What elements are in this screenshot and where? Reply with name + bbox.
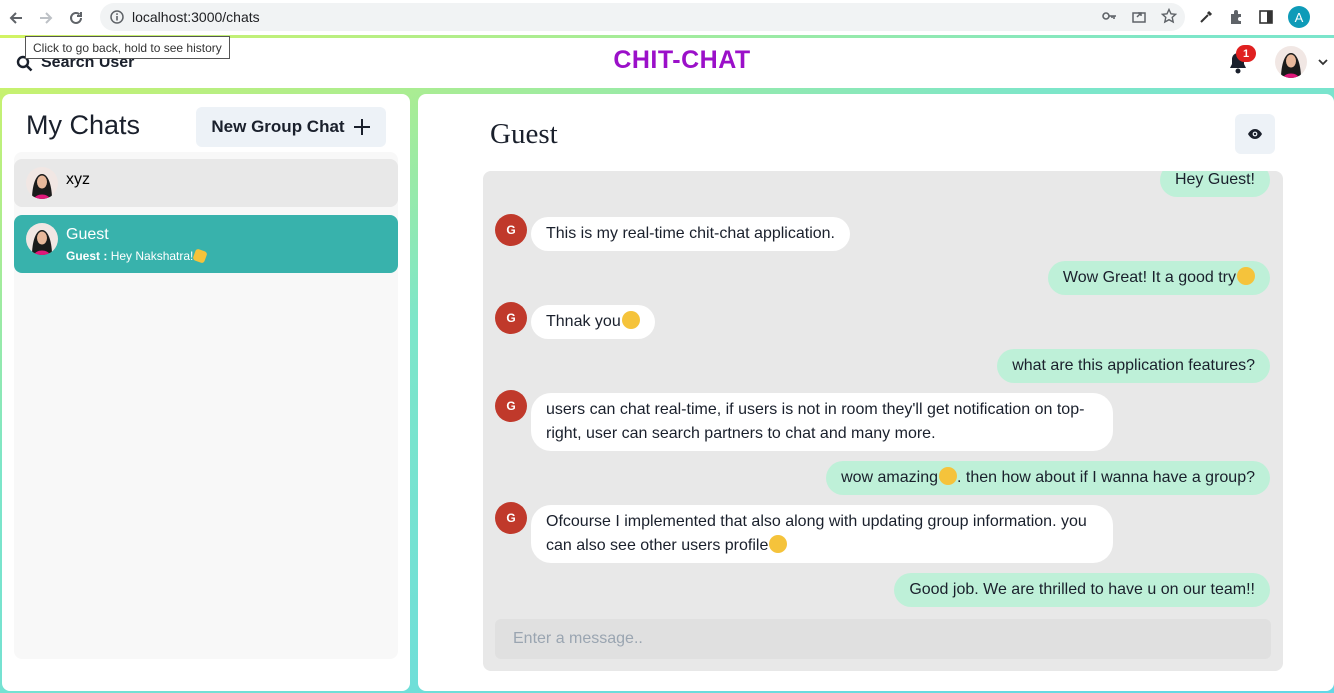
- puzzle-icon[interactable]: [1228, 9, 1244, 25]
- sender-avatar[interactable]: G: [495, 502, 527, 534]
- waving-hand-icon: [192, 248, 209, 264]
- sender-avatar[interactable]: G: [495, 214, 527, 246]
- new-group-chat-button[interactable]: New Group Chat: [196, 107, 386, 147]
- eyedropper-icon[interactable]: [1198, 9, 1214, 25]
- message-received: Thnak you: [531, 305, 655, 339]
- preview-sender: Guest :: [66, 249, 108, 263]
- message-input[interactable]: [495, 619, 1271, 659]
- heart-eyes-emoji-icon: [769, 535, 788, 553]
- chat-avatar: [26, 223, 58, 255]
- share-icon[interactable]: [1131, 8, 1147, 24]
- message-received: Ofcourse I implemented that also along w…: [531, 505, 1113, 563]
- message-sent: Hey Guest!: [1159, 171, 1270, 197]
- preview-text: Hey Nakshatra!: [110, 249, 194, 263]
- browser-profile-avatar[interactable]: A: [1288, 6, 1310, 28]
- back-button[interactable]: [2, 4, 30, 32]
- view-profile-button[interactable]: [1235, 114, 1275, 154]
- arrow-left-icon: [9, 11, 22, 24]
- avatar-photo-icon: [26, 223, 58, 255]
- my-chats-panel: My Chats New Group Chat xyz Guest Guest …: [2, 94, 410, 691]
- key-icon[interactable]: [1101, 8, 1117, 24]
- message-sent: what are this application features?: [997, 349, 1270, 383]
- message-text: Wow Great! It a good try: [1062, 269, 1236, 286]
- forward-button[interactable]: [32, 4, 60, 32]
- sidebar-icon[interactable]: [1258, 9, 1274, 25]
- browser-toolbar: localhost:3000/chats A: [0, 0, 1334, 35]
- reload-button[interactable]: [62, 4, 90, 32]
- new-group-chat-label: New Group Chat: [211, 117, 345, 136]
- chat-list: xyz Guest Guest : Hey Nakshatra!: [14, 152, 398, 659]
- chat-name: Guest: [66, 226, 109, 243]
- message-text: Ofcourse I implemented that also along w…: [546, 513, 1087, 554]
- message-sent: Wow Great! It a good try: [1047, 261, 1270, 295]
- sender-avatar[interactable]: G: [495, 390, 527, 422]
- chat-preview: Guest : Hey Nakshatra!: [66, 248, 209, 264]
- chat-panel: Guest Hey Guest! G This is my real-time …: [418, 94, 1334, 691]
- info-icon: [110, 10, 124, 24]
- my-chats-title: My Chats: [26, 110, 141, 140]
- sender-avatar[interactable]: G: [495, 302, 527, 334]
- chevron-down-icon[interactable]: [1317, 57, 1329, 67]
- plus-icon: [353, 119, 370, 135]
- message-sent: Good job. We are thrilled to have u on o…: [894, 573, 1270, 607]
- heart-eyes-emoji-icon: [939, 467, 957, 485]
- arrow-right-icon: [40, 11, 53, 24]
- message-sent: wow amazing . then how about if I wanna h…: [826, 461, 1270, 495]
- url-text: localhost:3000/chats: [132, 9, 260, 25]
- user-avatar[interactable]: [1275, 46, 1307, 78]
- message-text: . then how about if I wanna have a group…: [957, 469, 1255, 486]
- address-bar[interactable]: localhost:3000/chats: [100, 3, 1185, 31]
- eye-icon: [1248, 129, 1262, 139]
- chat-item-guest[interactable]: Guest Guest : Hey Nakshatra!: [14, 215, 398, 273]
- message-received: users can chat real-time, if users is no…: [531, 393, 1113, 451]
- star-icon[interactable]: [1161, 8, 1177, 24]
- chat-item-xyz[interactable]: xyz: [14, 159, 398, 207]
- chat-name: xyz: [66, 171, 90, 188]
- messages-area: Hey Guest! G This is my real-time chit-c…: [483, 171, 1283, 671]
- message-text: wow amazing: [841, 469, 938, 486]
- chat-title: Guest: [490, 118, 558, 150]
- avatar-photo-icon: [26, 167, 58, 199]
- smile-emoji-icon: [621, 311, 640, 329]
- avatar-photo-icon: [1275, 46, 1307, 78]
- back-tooltip: Click to go back, hold to see history: [25, 36, 230, 59]
- reload-icon: [70, 11, 82, 24]
- chat-avatar: [26, 167, 58, 199]
- heart-eyes-emoji-icon: [1237, 267, 1255, 285]
- message-text: Thnak you: [546, 313, 621, 330]
- notification-badge: 1: [1236, 45, 1256, 62]
- message-received: This is my real-time chit-chat applicati…: [531, 217, 850, 251]
